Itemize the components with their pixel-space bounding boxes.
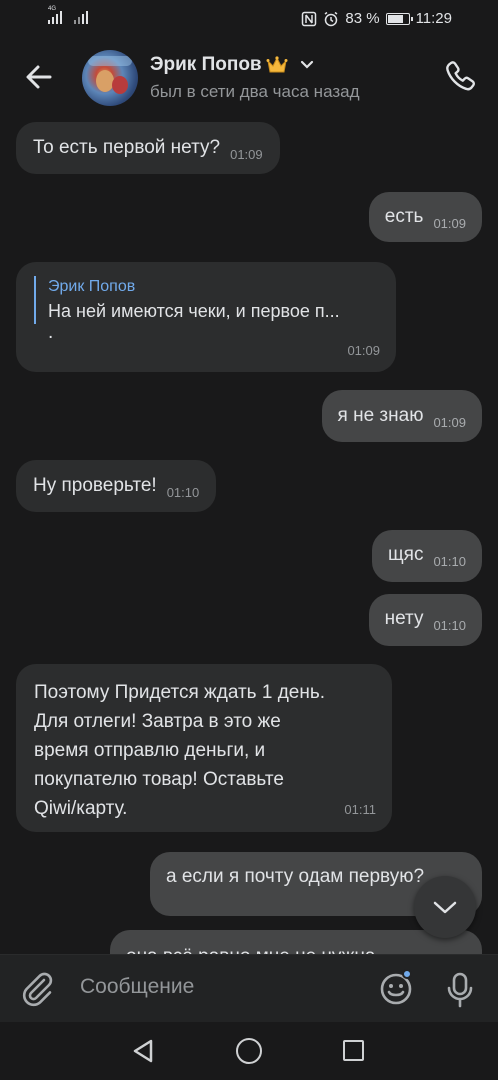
battery-icon (385, 12, 413, 25)
message-composer: Сообщение (0, 954, 498, 1022)
back-arrow-icon[interactable] (22, 60, 56, 94)
message-time: 01:10 (433, 618, 466, 633)
network-type-label: 4G (48, 6, 57, 12)
message-text: есть (384, 206, 424, 227)
message-input[interactable]: Сообщение (80, 975, 194, 999)
message-bubble[interactable]: Эрик Попов На ней имеются чеки, и первое… (16, 262, 396, 372)
alarm-icon (324, 11, 338, 26)
battery-percent: 83 % (345, 10, 380, 27)
crown-icon (266, 56, 288, 73)
reply-quote[interactable]: Эрик Попов На ней имеются чеки, и первое… (34, 276, 378, 324)
chat-header: Эрик Попов был в сети два часа назад (0, 38, 498, 118)
message-time: 01:09 (433, 216, 466, 231)
status-bar: 4G 83 % 11:29 (0, 0, 498, 38)
message-time: 01:09 (433, 415, 466, 430)
clock: 11:29 (415, 10, 452, 27)
message-line: время отправлю деньги, и (34, 740, 266, 761)
message-bubble[interactable]: я не знаю 01:09 (321, 390, 482, 442)
chevron-down-icon (433, 901, 457, 914)
message-text: . (48, 322, 54, 343)
message-time: 01:09 (230, 147, 263, 162)
message-time: 01:09 (347, 343, 380, 358)
message-list[interactable]: То есть первой нету? 01:09 есть 01:09 Эрик… (0, 118, 498, 954)
paperclip-icon[interactable] (20, 971, 58, 1009)
message-bubble[interactable]: щяс 01:10 (372, 530, 482, 582)
message-text: я не знаю (337, 405, 424, 426)
message-bubble[interactable]: Поэтому Придется ждать 1 день. Для отлег… (16, 664, 392, 832)
contact-status: был в сети два часа назад (150, 82, 360, 101)
microphone-icon[interactable] (446, 971, 474, 1009)
message-line: покупателю товар! Оставьте (34, 769, 284, 790)
nfc-icon (302, 11, 317, 26)
message-bubble[interactable]: Ну проверьте! 01:10 (16, 460, 217, 512)
message-line: Для отлеги! Завтра в это же (34, 711, 281, 732)
signal-icon: 4G (48, 6, 62, 24)
phone-icon[interactable] (442, 58, 478, 94)
message-text: она всё равно мне не нужна (126, 946, 375, 954)
scroll-to-bottom-button[interactable] (414, 876, 476, 938)
message-text: Ну проверьте! (33, 475, 157, 496)
message-bubble[interactable]: То есть первой нету? 01:09 (16, 122, 280, 174)
system-nav-bar (0, 1022, 498, 1080)
message-text: То есть первой нету? (33, 137, 221, 158)
notification-dot (402, 969, 412, 979)
message-text: щяс (388, 544, 424, 565)
message-bubble[interactable]: есть 01:09 (368, 192, 482, 242)
message-time: 01:11 (344, 802, 376, 817)
avatar[interactable] (82, 50, 138, 106)
message-time: 01:10 (166, 485, 200, 500)
message-line: Qiwi/карту. (34, 798, 128, 819)
nav-recent-icon[interactable] (343, 1040, 364, 1061)
reply-author: Эрик Попов (48, 278, 136, 295)
contact-name: Эрик Попов (150, 54, 262, 75)
chevron-down-icon[interactable] (300, 60, 314, 70)
reply-text: На ней имеются чеки, и первое п... (48, 301, 340, 321)
nav-home-icon[interactable] (236, 1038, 262, 1064)
signal-icon-2 (74, 10, 88, 24)
message-text: нету (384, 608, 424, 629)
message-text: а если я почту одам первую? (166, 866, 425, 887)
nav-back-icon[interactable] (132, 1039, 154, 1063)
message-bubble[interactable]: нету 01:10 (368, 594, 482, 646)
message-line: Поэтому Придется ждать 1 день. (34, 682, 326, 703)
signal-group: 4G (48, 6, 88, 24)
contact-name-row[interactable]: Эрик Попов (150, 54, 314, 76)
message-time: 01:10 (433, 554, 466, 569)
